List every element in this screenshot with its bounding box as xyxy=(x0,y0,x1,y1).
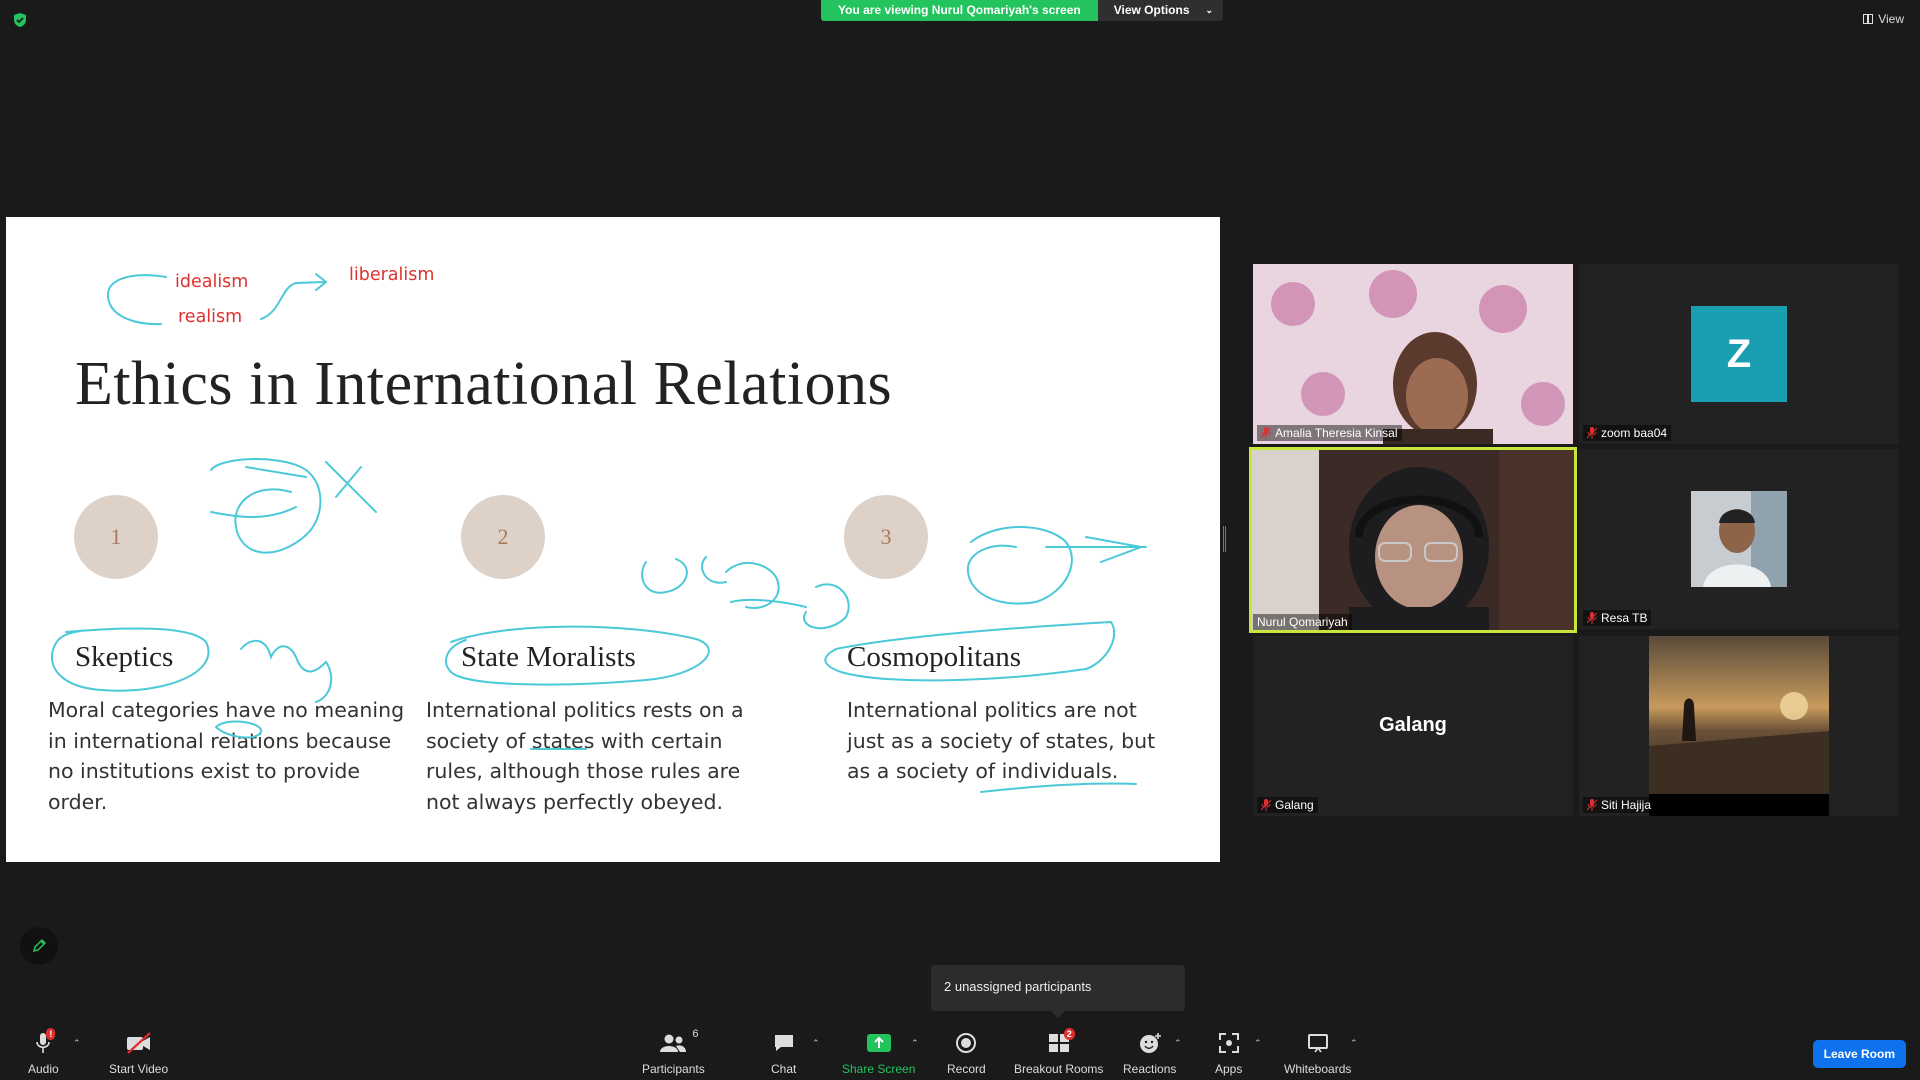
participants-label: Participants xyxy=(642,1062,705,1076)
video-tile-galang[interactable]: Galang Galang xyxy=(1253,636,1573,816)
whiteboard-icon xyxy=(1307,1034,1328,1053)
pencil-icon xyxy=(32,938,47,953)
ink-scribble-society xyxy=(641,556,850,630)
record-label: Record xyxy=(947,1062,986,1076)
security-shield-icon[interactable] xyxy=(12,12,28,28)
video-off-icon xyxy=(126,1032,151,1054)
audio-alert-badge: ! xyxy=(46,1028,56,1040)
audio-options-caret-icon[interactable]: ⌃ xyxy=(73,1038,81,1049)
meeting-toolbar: ! Audio ⌃ Start Video 6 Participants Cha… xyxy=(0,1022,1920,1080)
leave-room-button[interactable]: Leave Room xyxy=(1812,1040,1906,1068)
body-cosmopolitans: International politics are not just as a… xyxy=(847,698,1156,783)
participants-button[interactable]: 6 Participants xyxy=(642,1028,705,1076)
heading-state-moralists: State Moralists xyxy=(461,641,636,673)
view-button[interactable]: View xyxy=(1863,12,1904,26)
share-screen-label: Share Screen xyxy=(842,1062,916,1076)
share-options-caret-icon[interactable]: ⌃ xyxy=(911,1038,919,1049)
zoom-meeting-window: You are viewing Nurul Qomariyah's screen… xyxy=(0,0,1920,1080)
record-icon xyxy=(956,1033,977,1053)
view-label: View xyxy=(1878,12,1904,26)
number-circle-3: 3 xyxy=(844,495,928,579)
viewing-screen-label: You are viewing Nurul Qomariyah's screen xyxy=(821,0,1098,21)
apps-button[interactable]: Apps xyxy=(1215,1030,1242,1076)
video-tile-siti-hajija[interactable]: Siti Hajija xyxy=(1579,636,1899,816)
participants-count: 6 xyxy=(692,1028,699,1040)
number-circle-2: 2 xyxy=(461,495,545,579)
participant-display-name: Galang xyxy=(1379,714,1447,736)
video-tile-amalia[interactable]: Amalia Theresia Kinsal xyxy=(1253,264,1573,444)
participant-name-label: Galang xyxy=(1257,797,1318,813)
annotation-liberalism: liberalism xyxy=(349,265,435,285)
breakout-rooms-label: Breakout Rooms xyxy=(1014,1062,1104,1076)
participant-name-label: Nurul Qomariyah xyxy=(1253,614,1352,630)
ink-globe-1 xyxy=(210,458,377,554)
participants-icon xyxy=(660,1034,687,1052)
video-tile-resa-tb[interactable]: Resa TB xyxy=(1579,449,1899,629)
breakout-rooms-badge: 2 xyxy=(1063,1028,1075,1040)
whiteboards-button[interactable]: Whiteboards xyxy=(1284,1030,1351,1076)
chat-options-caret-icon[interactable]: ⌃ xyxy=(812,1038,820,1049)
heading-cosmopolitans: Cosmopolitans xyxy=(847,641,1022,673)
gallery-view-icon xyxy=(1863,14,1874,24)
audio-label: Audio xyxy=(28,1062,59,1076)
view-options-label: View Options xyxy=(1113,3,1190,17)
annotate-pen-button[interactable] xyxy=(20,927,58,965)
shared-screen-slide: idealism realism liberalism Ethics in In… xyxy=(6,217,1220,862)
chat-icon xyxy=(774,1035,793,1051)
reactions-label: Reactions xyxy=(1123,1062,1177,1076)
reactions-smiley-icon xyxy=(1139,1033,1161,1053)
video-tile-nurul-active-speaker[interactable]: Nurul Qomariyah xyxy=(1249,447,1577,633)
breakout-rooms-button[interactable]: 2 Breakout Rooms xyxy=(1014,1028,1104,1076)
annotation-realism: realism xyxy=(178,307,243,327)
mic-muted-icon xyxy=(1587,799,1597,811)
chat-button[interactable]: Chat xyxy=(771,1030,796,1076)
apps-options-caret-icon[interactable]: ⌃ xyxy=(1254,1038,1262,1049)
participant-name-label: Siti Hajija xyxy=(1583,797,1656,813)
split-view-resize-handle[interactable] xyxy=(1223,526,1226,552)
mic-muted-icon xyxy=(1587,427,1597,439)
participant-video-amalia xyxy=(1253,264,1573,444)
screen-share-banner: You are viewing Nurul Qomariyah's screen… xyxy=(821,0,1224,21)
participant-name-label: zoom baa04 xyxy=(1583,425,1672,441)
chat-label: Chat xyxy=(771,1062,797,1076)
start-video-label: Start Video xyxy=(109,1062,169,1076)
slide-title: Ethics in International Relations xyxy=(75,350,893,418)
heading-skeptics: Skeptics xyxy=(75,641,174,673)
ink-globe-3 xyxy=(966,526,1147,605)
mic-muted-icon xyxy=(1261,427,1271,439)
apps-icon xyxy=(1218,1033,1239,1053)
view-options-button[interactable]: View Options ⌄ xyxy=(1097,0,1224,21)
reactions-options-caret-icon[interactable]: ⌃ xyxy=(1174,1038,1182,1049)
ink-arrow-liberalism xyxy=(260,273,328,320)
annotation-idealism: idealism xyxy=(175,272,249,292)
body-skeptics: Moral categories have no meaning in inte… xyxy=(48,698,405,814)
start-video-button[interactable]: Start Video xyxy=(109,1030,168,1076)
number-circle-1: 1 xyxy=(74,495,158,579)
audio-button[interactable]: ! Audio xyxy=(28,1028,59,1076)
whiteboards-options-caret-icon[interactable]: ⌃ xyxy=(1350,1038,1358,1049)
participant-name-label: Amalia Theresia Kinsal xyxy=(1257,425,1402,441)
record-button[interactable]: Record xyxy=(947,1030,986,1076)
mic-muted-icon xyxy=(1261,799,1271,811)
share-screen-button[interactable]: Share Screen xyxy=(842,1030,915,1076)
share-screen-icon xyxy=(866,1034,891,1052)
participant-video-siti xyxy=(1649,636,1829,816)
ink-bracket xyxy=(106,274,167,326)
chevron-down-icon: ⌄ xyxy=(1205,5,1214,15)
body-state-moralists: International politics rests on a societ… xyxy=(426,698,744,814)
apps-label: Apps xyxy=(1215,1062,1243,1076)
avatar xyxy=(1691,491,1787,587)
participant-name-label: Resa TB xyxy=(1583,610,1652,626)
whiteboards-label: Whiteboards xyxy=(1284,1062,1352,1076)
video-tile-zoom-baa04[interactable]: Z zoom baa04 xyxy=(1579,264,1899,444)
participant-video-nurul xyxy=(1249,447,1577,633)
reactions-button[interactable]: Reactions xyxy=(1123,1030,1176,1076)
ink-scribble-skeptics xyxy=(240,639,333,703)
avatar: Z xyxy=(1691,306,1787,402)
mic-muted-icon xyxy=(1587,612,1597,624)
unassigned-participants-tooltip: 2 unassigned participants xyxy=(931,965,1185,1018)
